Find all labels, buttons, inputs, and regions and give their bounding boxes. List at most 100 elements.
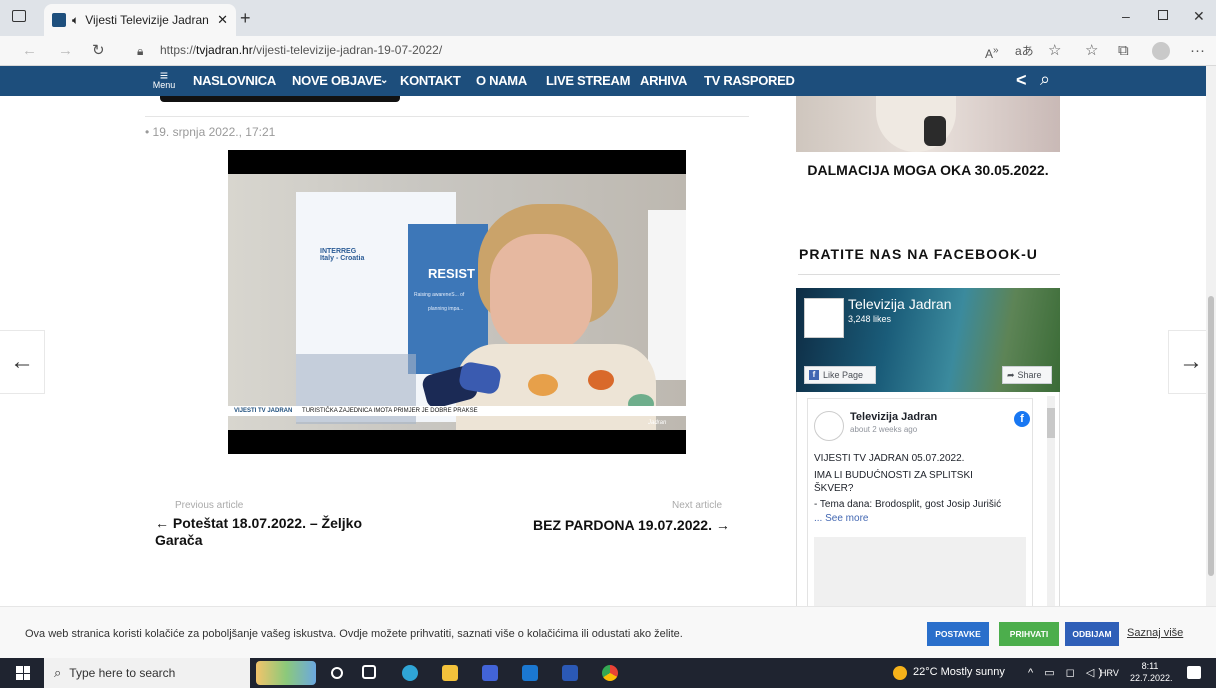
page-scrollbar-thumb[interactable] — [1208, 296, 1214, 576]
facebook-feed: Televizija Jadran about 2 weeks ago f VI… — [796, 392, 1060, 609]
cookie-more-link[interactable]: Saznaj više — [1127, 627, 1183, 639]
facebook-icon: f — [1014, 411, 1030, 427]
share-icon[interactable]: < — [1016, 70, 1027, 91]
lower-third-text: TURISTIČKA ZAJEDNICA IMOTA PRIMJER JE DO… — [302, 408, 478, 414]
feed-scrollbar-thumb[interactable] — [1047, 408, 1055, 438]
post-see-more-link[interactable]: ... See more — [814, 513, 868, 524]
sidebar-video-caption[interactable]: DALMACIJA MOGA OKA 30.05.2022. — [796, 162, 1060, 179]
translate-icon[interactable]: aあ — [1015, 42, 1034, 60]
arrow-right-icon: → — [1179, 348, 1203, 375]
feed-scrollbar[interactable] — [1047, 396, 1055, 606]
previous-article-label: Previous article — [175, 500, 244, 511]
pattern-dot — [528, 374, 558, 396]
article-title-partial — [160, 96, 400, 102]
nav-item-naslovnica[interactable]: NASLOVNICA — [193, 73, 276, 88]
nav-item-tv-raspored[interactable]: TV RASPORED — [704, 73, 795, 88]
refresh-icon[interactable]: ↻ — [92, 42, 105, 60]
weather-sun-icon — [893, 666, 907, 680]
nav-item-live-stream[interactable]: LIVE STREAM — [546, 73, 630, 88]
profile-avatar[interactable] — [1152, 42, 1170, 60]
word-icon[interactable] — [562, 665, 578, 681]
page-scrollbar[interactable] — [1206, 66, 1216, 658]
lower-third-brand: VIJESTI TV JADRAN — [234, 408, 293, 414]
chrome-icon[interactable] — [602, 665, 618, 681]
facebook-likes-count: 3,248 likes — [848, 314, 892, 324]
clock[interactable]: 8:11 22.7.2022. — [1130, 660, 1173, 684]
divider — [798, 274, 1060, 275]
nav-item-arhiva[interactable]: ARHIVA — [640, 73, 687, 88]
lower-third: VIJESTI TV JADRAN TURISTIČKA ZAJEDNICA I… — [228, 406, 686, 416]
facebook-page-avatar — [804, 298, 844, 338]
facebook-share-button[interactable]: ➦ Share — [1002, 366, 1052, 384]
url-field[interactable]: https://tvjadran.hr/vijesti-televizije-j… — [160, 43, 442, 57]
share-arrow-icon: ➦ — [1007, 369, 1015, 380]
whiteboard — [648, 210, 686, 380]
file-explorer-icon[interactable] — [442, 665, 458, 681]
post-author-name[interactable]: Televizija Jadran — [850, 411, 937, 423]
notifications-icon[interactable] — [1187, 666, 1201, 679]
banner-subtitle: Italy - Croatia — [320, 255, 365, 262]
store-app-icon[interactable] — [482, 665, 498, 681]
chevron-down-icon[interactable]: ⌄ — [380, 75, 388, 86]
menu-button[interactable]: ≡ Menu — [151, 68, 177, 90]
more-options-icon[interactable]: ··· — [1190, 42, 1205, 60]
post-media-placeholder — [814, 537, 1026, 609]
video-player[interactable]: INTERREG Italy - Croatia RESIST Raising a… — [228, 150, 686, 454]
input-language[interactable]: HRV — [1100, 668, 1119, 678]
nav-item-nove-objave[interactable]: NOVE OBJAVE — [292, 73, 382, 88]
windows-taskbar: ⌕ Type here to search 22°C Mostly sunny … — [0, 658, 1216, 688]
address-bar-row: ← → ↻ 🔒︎ https://tvjadran.hr/vijesti-tel… — [0, 36, 1216, 66]
banner-logo: INTERREG — [320, 248, 357, 255]
nav-item-kontakt[interactable]: KONTAKT — [400, 73, 461, 88]
new-tab-button[interactable]: + — [240, 8, 251, 29]
cookie-settings-button[interactable]: POSTAVKE — [927, 622, 989, 646]
sidebar-video-thumbnail[interactable] — [796, 96, 1060, 152]
speaker-icon[interactable]: 🔈︎ — [72, 13, 79, 28]
close-window-button[interactable]: ✕ — [1193, 8, 1205, 25]
favorites-bar-icon[interactable]: ☆ — [1085, 42, 1098, 60]
cookie-message: Ova web stranica koristi kolačiće za pob… — [25, 628, 683, 640]
next-article-label: Next article — [672, 500, 723, 511]
lock-icon: 🔒︎ — [137, 44, 144, 58]
cookie-reject-button[interactable]: ODBIJAM — [1065, 622, 1119, 646]
article-date: • 19. srpnja 2022., 17:21 — [145, 125, 276, 139]
restore-button[interactable] — [1158, 10, 1168, 20]
weather-widget[interactable]: 22°C Mostly sunny — [913, 666, 1005, 678]
back-icon[interactable]: ← — [22, 42, 37, 60]
banner-line-2: planning impa... — [428, 306, 464, 312]
favorite-icon[interactable]: ☆ — [1048, 42, 1061, 60]
arrow-right-icon: → — [711, 517, 730, 533]
taskbar-search-box[interactable]: ⌕ Type here to search — [44, 658, 250, 688]
taskbar-search-placeholder: Type here to search — [69, 666, 176, 680]
minimize-button[interactable]: – — [1122, 8, 1130, 24]
forward-icon[interactable]: → — [58, 42, 73, 60]
outlook-icon[interactable] — [522, 665, 538, 681]
collections-icon[interactable]: ⧉ — [1118, 42, 1129, 60]
previous-article-title: Poteštat 18.07.2022. – Željko Garača — [155, 515, 362, 548]
close-tab-icon[interactable]: ✕ — [217, 12, 228, 28]
cortana-icon[interactable] — [331, 667, 343, 679]
nav-item-o-nama[interactable]: O NAMA — [476, 73, 527, 88]
tray-icons[interactable]: ^ ▭ ◻ ◁) — [1028, 666, 1106, 679]
tab-title: Vijesti Televizije Jadran 19.0 — [85, 13, 211, 27]
prev-article-arrow[interactable]: ← — [0, 330, 45, 394]
next-article-link[interactable]: BEZ PARDONA 19.07.2022. → — [533, 517, 730, 533]
windows-start-icon[interactable] — [16, 666, 30, 680]
facebook-logo-icon: f — [809, 370, 819, 380]
window-icon[interactable] — [12, 10, 26, 22]
arrow-left-icon: ← — [155, 515, 173, 531]
facebook-page-name[interactable]: Televizija Jadran — [848, 296, 952, 312]
read-aloud-icon[interactable]: A» — [985, 42, 999, 63]
site-favicon-icon — [52, 13, 66, 27]
facebook-like-page-button[interactable]: f Like Page — [804, 366, 876, 384]
video-frame: INTERREG Italy - Croatia RESIST Raising a… — [228, 174, 686, 430]
previous-article-link[interactable]: ← Poteštat 18.07.2022. – Željko Garača — [155, 515, 395, 549]
task-view-icon[interactable] — [362, 665, 376, 679]
browser-tab[interactable]: 🔈︎ Vijesti Televizije Jadran 19.0 ✕ — [44, 4, 236, 36]
post-time[interactable]: about 2 weeks ago — [850, 425, 917, 434]
search-icon[interactable]: ⌕ — [1040, 69, 1050, 90]
edge-browser-icon[interactable] — [402, 665, 418, 681]
facebook-page-cover[interactable]: Televizija Jadran 3,248 likes f Like Pag… — [796, 288, 1060, 392]
url-prefix: https:// — [160, 43, 197, 57]
cookie-accept-button[interactable]: PRIHVATI — [999, 622, 1059, 646]
